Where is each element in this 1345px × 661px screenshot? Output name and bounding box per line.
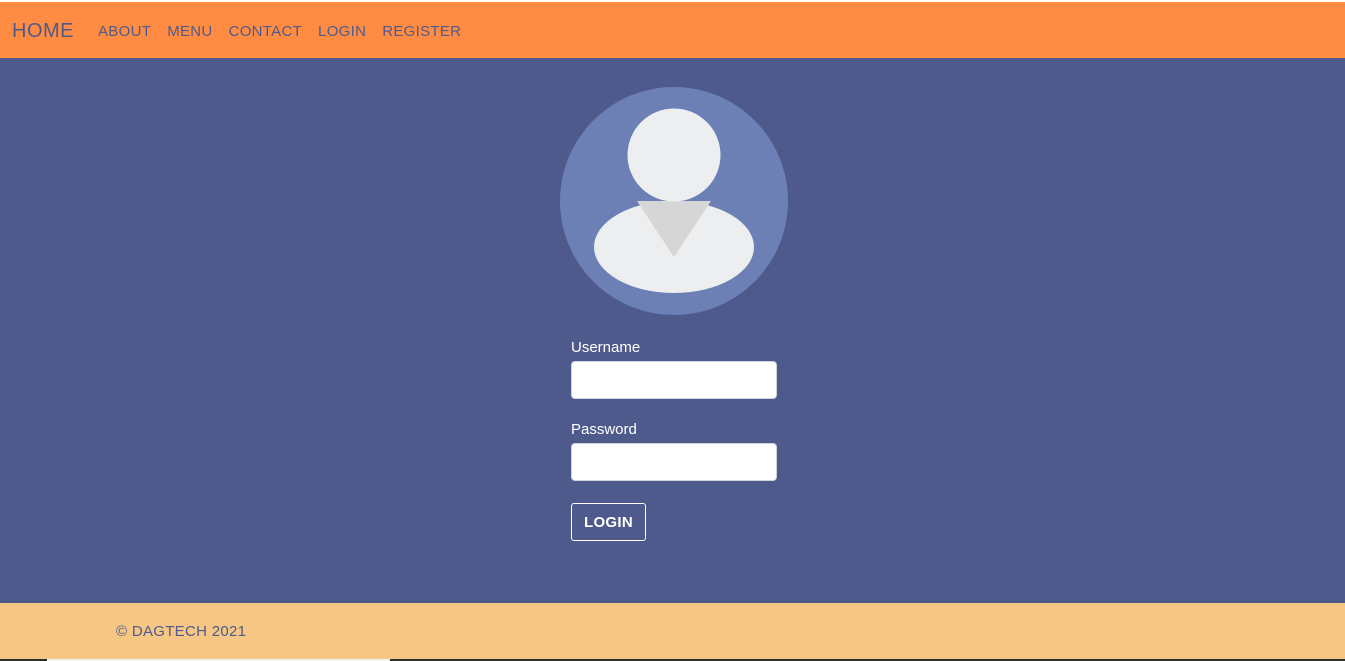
nav-register-link[interactable]: REGISTER [382, 23, 461, 40]
nav-about-link[interactable]: ABOUT [98, 23, 151, 40]
nav-home-link[interactable]: HOME [12, 20, 74, 43]
nav-contact-link[interactable]: CONTACT [229, 23, 302, 40]
top-navbar: HOME ABOUT MENU CONTACT LOGIN REGISTER [0, 2, 1345, 58]
username-label: Username [571, 339, 641, 356]
login-submit-button[interactable]: LOGIN [571, 503, 646, 541]
password-label: Password [571, 421, 637, 438]
nav-menu-link[interactable]: MENU [167, 23, 212, 40]
password-input[interactable] [571, 443, 777, 481]
login-form: Username Password LOGIN [571, 339, 777, 541]
nav-login-link[interactable]: LOGIN [318, 23, 366, 40]
login-section: Username Password LOGIN [0, 58, 1345, 603]
user-avatar-icon [560, 87, 788, 315]
username-input[interactable] [571, 361, 777, 399]
copyright-text: © DAGTECH 2021 [116, 623, 247, 640]
page-footer: © DAGTECH 2021 [0, 603, 1345, 659]
